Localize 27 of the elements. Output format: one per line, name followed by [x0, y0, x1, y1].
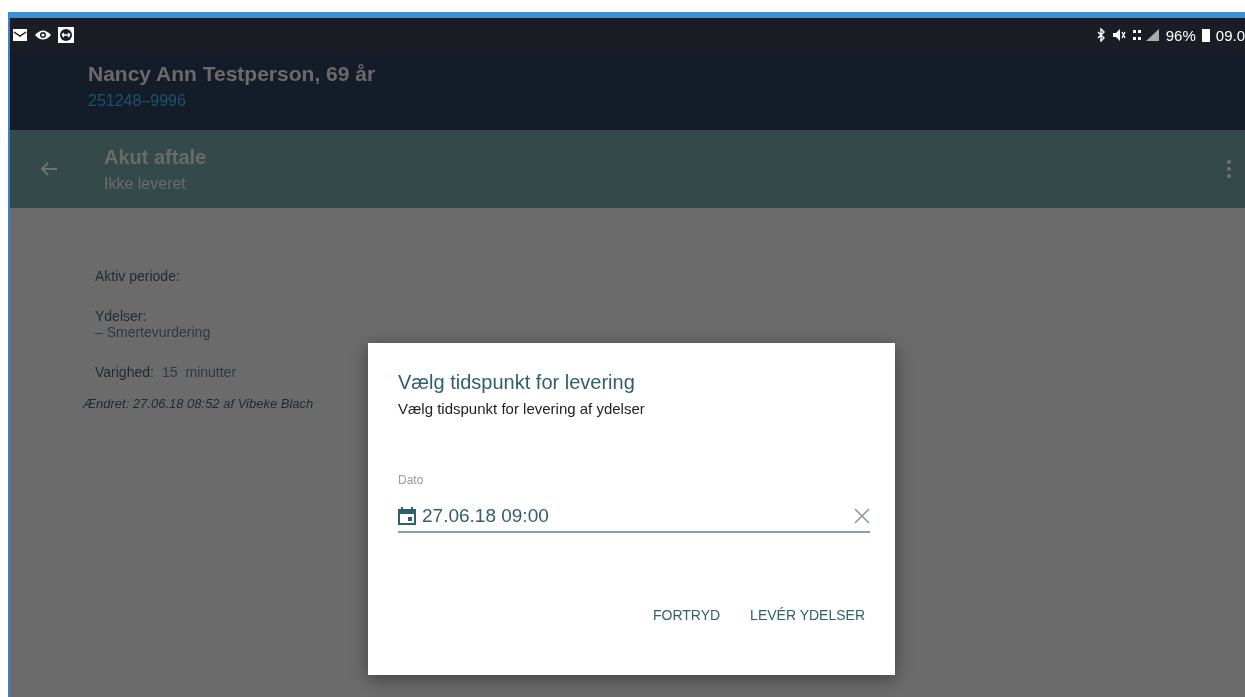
duration-label: Varighed: [95, 364, 154, 380]
calendar-icon [398, 507, 416, 525]
changed-note: Ændret: 27.06.18 08:52 af Vibeke Blach [83, 396, 314, 411]
dialog-button[interactable]: LEVÉR YDELSER [750, 607, 865, 623]
patient-id: 251248–9996 [88, 92, 187, 110]
dialog-title: Vælg tidspunkt for levering [398, 371, 636, 394]
battery-percentage: 96% [1165, 26, 1196, 44]
back-arrow-icon[interactable] [40, 161, 58, 177]
clock: 09.0 [1215, 26, 1245, 44]
field-label: Dato [398, 473, 425, 487]
services-label: Ydelser: [95, 308, 148, 324]
dialog-button[interactable]: FORTRYD [652, 607, 721, 623]
dialog-subtitle: Vælg tidspunkt for levering af ydelser [398, 400, 646, 417]
period-label: Aktiv periode: [95, 268, 181, 284]
service-item: – Smertevurdering [95, 324, 212, 340]
duration-value: 15 [161, 364, 178, 380]
date-field[interactable]: 27.06.18 09:00 [398, 505, 870, 533]
battery-icon [1201, 28, 1210, 42]
clear-icon[interactable] [854, 508, 870, 524]
patient-name: Nancy Ann Testperson, 69 år [88, 62, 377, 86]
bluetooth-icon [1095, 28, 1106, 42]
mute-icon [1111, 28, 1126, 42]
duration-unit: minutter [185, 364, 237, 380]
eye-icon [34, 28, 52, 42]
more-icon[interactable] [1227, 160, 1231, 178]
signal-icon [1131, 28, 1160, 42]
remote-icon [58, 27, 74, 43]
